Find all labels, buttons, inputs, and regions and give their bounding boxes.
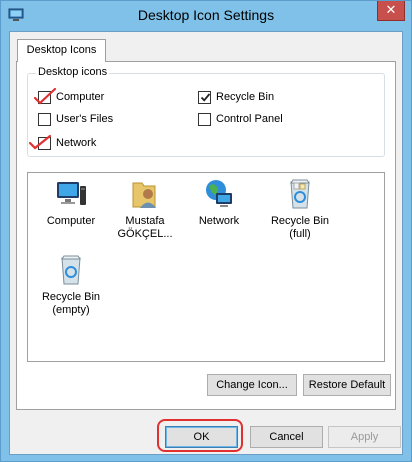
ok-button[interactable]: OK (165, 426, 238, 448)
list-item-computer[interactable]: Computer (36, 177, 106, 228)
list-item-label: Recycle Bin (41, 291, 101, 303)
recycle-bin-full-icon (290, 179, 310, 209)
group-legend: Desktop icons (36, 66, 110, 78)
list-item-label: GÖKÇEL... (117, 228, 173, 240)
tab-desktop-icons[interactable]: Desktop Icons (17, 39, 106, 62)
list-item-label: Recycle Bin (270, 215, 330, 227)
annotation-check-icon (33, 87, 57, 105)
title-bar[interactable]: Desktop Icon Settings ✕ (1, 1, 411, 31)
cancel-button[interactable]: Cancel (250, 426, 323, 448)
checkbox-control-panel[interactable]: Control Panel (198, 112, 298, 128)
list-item-recycle-bin-full[interactable]: Recycle Bin (full) (265, 177, 335, 241)
list-item-label: Network (198, 215, 240, 227)
checkbox-box[interactable] (198, 91, 211, 104)
list-item-label: Mustafa (125, 215, 165, 227)
desktop-icons-group: Desktop icons Computer Recycle Bin User'… (27, 66, 385, 157)
icon-list[interactable]: Computer Mustafa GÖKÇEL... Network Recyc… (27, 172, 385, 362)
checkbox-box[interactable] (38, 113, 51, 126)
list-item-label: (empty) (52, 304, 90, 316)
checkbox-label: Recycle Bin (216, 91, 275, 103)
restore-default-button[interactable]: Restore Default (303, 374, 391, 396)
list-item-label: Computer (46, 215, 96, 227)
network-icon (206, 180, 232, 207)
annotation-check-icon (28, 134, 52, 150)
list-item-user-files[interactable]: Mustafa GÖKÇEL... (110, 177, 180, 241)
checkbox-label: Computer (56, 91, 105, 103)
list-item-label: (full) (289, 228, 311, 240)
change-icon-button[interactable]: Change Icon... (207, 374, 297, 396)
window-title: Desktop Icon Settings (137, 7, 275, 23)
check-icon (200, 93, 211, 102)
close-button[interactable]: ✕ (377, 1, 405, 21)
checkbox-box[interactable] (198, 113, 211, 126)
checkbox-users-files[interactable]: User's Files (38, 112, 128, 128)
dialog-window: Desktop Icon Settings ✕ Desktop Icons De… (0, 0, 412, 462)
tab-panel: Desktop icons Computer Recycle Bin User'… (16, 61, 396, 410)
list-item-network[interactable]: Network (184, 177, 254, 228)
checkbox-label: User's Files (56, 113, 114, 125)
checkbox-label: Network (56, 137, 97, 149)
apply-button[interactable]: Apply (328, 426, 401, 448)
checkbox-label: Control Panel (216, 113, 283, 125)
recycle-bin-empty-icon (61, 255, 81, 285)
computer-icon (57, 182, 86, 205)
dialog-client-area: Desktop Icons Desktop icons Computer Rec… (9, 31, 403, 455)
user-folder-icon (132, 182, 156, 208)
list-item-recycle-bin-empty[interactable]: Recycle Bin (empty) (36, 253, 106, 317)
checkbox-recycle-bin[interactable]: Recycle Bin (198, 90, 298, 106)
